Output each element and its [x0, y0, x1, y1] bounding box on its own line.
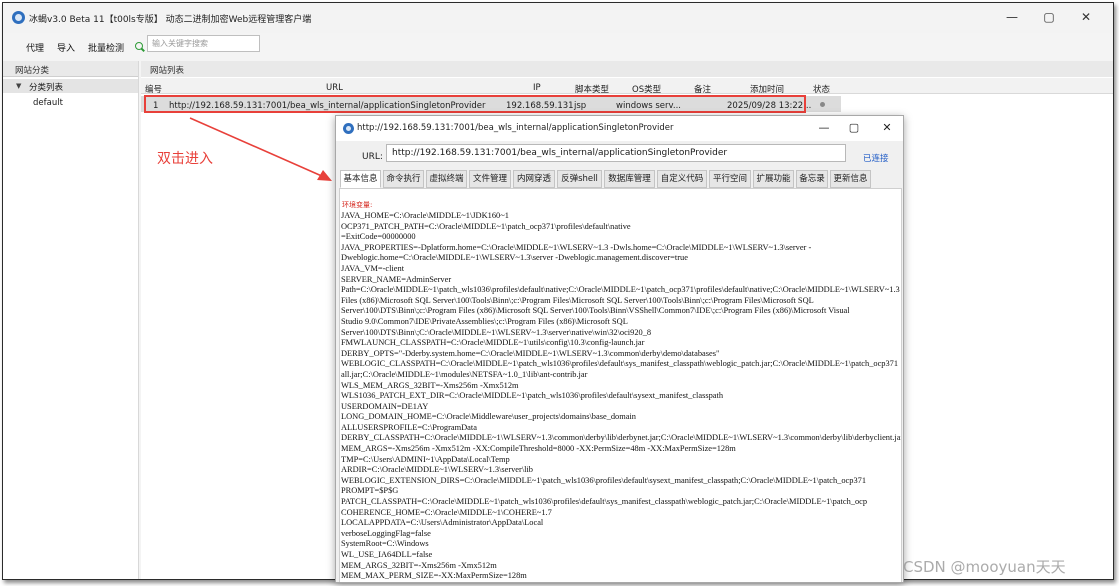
env-var-line: DERBY_OPTS="-Dderby.system.home=C:\Oracl… — [341, 348, 720, 358]
tab-virtual-terminal[interactable]: 虚拟终端 — [426, 170, 467, 188]
status-indicator-icon — [820, 102, 825, 107]
env-var-line: USERDOMAIN=DE1AY — [341, 401, 429, 411]
env-var-line: Server\100\DTS\Binn\;c:\Program Files (x… — [341, 306, 850, 316]
env-var-line: DERBY_CLASSPATH=C:\Oracle\MIDDLE~1\WLSER… — [341, 433, 902, 443]
env-var-line: JAVA_PROPERTIES=-Dplatform.home=C:\Oracl… — [341, 242, 812, 252]
category-panel-header: 网站分类 — [3, 61, 138, 77]
env-var-line: Server\100\DTS\Binn\;C:\Oracle\MIDDLE~1\… — [341, 327, 652, 337]
tree-item-category-list[interactable]: ▼ 分类列表 — [3, 79, 138, 93]
shell-window: http://192.168.59.131:7001/bea_wls_inter… — [335, 115, 904, 583]
tab-command-exec[interactable]: 命令执行 — [383, 170, 424, 188]
tab-extensions[interactable]: 扩展功能 — [753, 170, 794, 188]
basic-info-content[interactable]: 环境变量: JAVA_HOME=C:\Oracle\MIDDLE~1\JDK16… — [339, 188, 902, 582]
search-icon — [135, 42, 143, 50]
function-tabs: 基本信息 命令执行 虚拟终端 文件管理 内网穿透 反弹shell 数据库管理 自… — [340, 170, 900, 188]
env-var-line: WLS1036_PATCH_EXT_DIR=C:\Oracle\MIDDLE~1… — [341, 391, 724, 401]
column-header-script-type[interactable]: 脚本类型 — [575, 83, 609, 95]
tab-basic-info[interactable]: 基本信息 — [340, 170, 381, 188]
tab-parallel-space[interactable]: 平行空间 — [709, 170, 751, 188]
menu-item-proxy[interactable]: 代理 — [26, 41, 44, 54]
env-var-line: OCP371_PATCH_PATH=C:\Oracle\MIDDLE~1\pat… — [341, 221, 631, 231]
env-var-line: MEM_ARGS_32BIT=-Xms256m -Xmx512m — [341, 560, 497, 570]
column-header-url[interactable]: URL — [326, 83, 343, 93]
tab-database-manager[interactable]: 数据库管理 — [604, 170, 655, 188]
watermark: CSDN @mooyuan天天 — [903, 558, 1066, 576]
url-field[interactable] — [386, 144, 846, 162]
shell-body: URL: 已连接 基本信息 命令执行 虚拟终端 文件管理 内网穿透 反弹shel… — [336, 141, 903, 582]
column-header-os[interactable]: OS类型 — [632, 83, 661, 95]
env-vars-list: JAVA_HOME=C:\Oracle\MIDDLE~1\JDK160~1 OCP… — [341, 211, 902, 582]
maximize-button[interactable]: ▢ — [1038, 9, 1060, 25]
minimize-button[interactable]: — — [1001, 9, 1023, 25]
table-header: 编号 URL IP 脚本类型 OS类型 备注 添加时间 状态 — [141, 78, 1113, 95]
menu-item-import[interactable]: 导入 — [57, 41, 75, 54]
env-var-line: WEBLOGIC_EXTENSION_DIRS=C:\Oracle\MIDDLE… — [341, 475, 867, 485]
column-header-status[interactable]: 状态 — [813, 83, 830, 95]
title-bar: 冰蝎v3.0 Beta 11【t00ls专版】 动态二进制加密Web远程管理客户… — [3, 3, 1113, 33]
env-vars-title: 环境变量: — [342, 201, 373, 209]
env-var-line: Files (x86)\Microsoft SQL Server\100\Too… — [341, 295, 814, 305]
env-var-line: Studio 9.0\Common7\IDE\PrivateAssemblies… — [341, 316, 628, 326]
app-icon — [12, 11, 25, 24]
env-var-line: JAVA_VM=-client — [341, 263, 405, 273]
env-var-line: Dweblogic.home=C:\Oracle\MIDDLE~1\WLSERV… — [341, 253, 688, 263]
env-var-line: SystemRoot=C:\Windows — [341, 539, 429, 549]
env-var-line: SERVER_NAME=AdminServer — [341, 274, 452, 284]
maximize-button[interactable]: ▢ — [844, 120, 864, 136]
env-var-line: WL_USE_IA64DLL=false — [341, 550, 433, 559]
env-var-line: MEM_ARGS=-Xms256m -Xmx512m -XX:CompileTh… — [341, 444, 736, 454]
expand-arrow-icon[interactable]: ▼ — [16, 82, 21, 90]
env-var-line: verboseLoggingFlag=false — [341, 528, 431, 538]
tree-item-default[interactable]: default — [3, 96, 138, 110]
env-var-line: MEM_MAX_PERM_SIZE=-XX:MaxPermSize=128m — [341, 571, 527, 581]
env-var-line: all.jar;C:\Oracle\MIDDLE~1\modules\NETSF… — [341, 369, 588, 379]
column-header-id[interactable]: 编号 — [145, 83, 162, 95]
column-header-ip[interactable]: IP — [533, 83, 541, 93]
category-panel: 网站分类 ▼ 分类列表 default — [3, 61, 139, 579]
tab-intranet-tunnel[interactable]: 内网穿透 — [513, 170, 555, 188]
shell-window-title: http://192.168.59.131:7001/bea_wls_inter… — [357, 123, 674, 133]
env-var-line: ARDIR=C:\Oracle\MIDDLE~1\WLSERV~1.3\serv… — [341, 465, 533, 475]
env-var-line: JAVA_HOME=C:\Oracle\MIDDLE~1\JDK160~1 — [341, 211, 509, 220]
tab-update-info[interactable]: 更新信息 — [830, 170, 871, 188]
annotation-arrow-icon — [189, 117, 332, 181]
tree-item-label: 分类列表 — [29, 83, 64, 93]
column-header-note[interactable]: 备注 — [694, 83, 711, 95]
env-var-line: ALLUSERSPROFILE=C:\ProgramData — [341, 422, 477, 432]
env-var-line: FMWLAUNCH_CLASSPATH=C:\Oracle\MIDDLE~1\u… — [341, 338, 645, 348]
menu-item-batch-check[interactable]: 批量检测 — [88, 41, 124, 54]
env-var-line: COHERENCE_HOME=C:\Oracle\MIDDLE~1\COHERE… — [341, 507, 552, 517]
env-var-line: WLS_MEM_ARGS_32BIT=-Xms256m -Xmx512m — [341, 380, 519, 390]
url-label: URL: — [362, 152, 383, 162]
tab-file-manager[interactable]: 文件管理 — [469, 170, 511, 188]
tree-item-label: default — [33, 98, 63, 108]
window-title: 冰蝎v3.0 Beta 11【t00ls专版】 动态二进制加密Web远程管理客户… — [29, 15, 312, 25]
search-input[interactable] — [147, 35, 260, 52]
minimize-button[interactable]: — — [814, 120, 834, 136]
env-var-line: =ExitCode=00000000 — [341, 232, 416, 242]
column-header-added-time[interactable]: 添加时间 — [750, 83, 784, 95]
tab-custom-code[interactable]: 自定义代码 — [657, 170, 707, 188]
connection-status[interactable]: 已连接 — [863, 152, 889, 164]
tab-memo[interactable]: 备忘录 — [796, 170, 828, 188]
app-icon — [343, 123, 354, 134]
tab-reverse-shell[interactable]: 反弹shell — [557, 170, 602, 188]
env-var-line: LONG_DOMAIN_HOME=C:\Oracle\Middleware\us… — [341, 412, 636, 422]
env-var-line: WEBLOGIC_CLASSPATH=C:\Oracle\MIDDLE~1\pa… — [341, 359, 899, 369]
env-var-line: PATCH_CLASSPATH=C:\Oracle\MIDDLE~1\patch… — [341, 497, 868, 507]
env-var-line: PROMPT=$P$G — [341, 486, 399, 496]
close-button[interactable]: ✕ — [877, 120, 897, 136]
env-var-line: Path=C:\Oracle\MIDDLE~1\patch_wls1036\pr… — [341, 285, 900, 295]
highlight-box — [144, 95, 806, 113]
env-var-line: TMP=C:\Users\ADMINI~1\AppData\Local\Temp — [341, 454, 510, 464]
site-list-header: 网站列表 — [141, 61, 1113, 77]
close-button[interactable]: ✕ — [1075, 9, 1097, 25]
env-var-line: LOCALAPPDATA=C:\Users\Administrator\AppD… — [341, 518, 544, 528]
shell-title-bar: http://192.168.59.131:7001/bea_wls_inter… — [336, 116, 903, 141]
